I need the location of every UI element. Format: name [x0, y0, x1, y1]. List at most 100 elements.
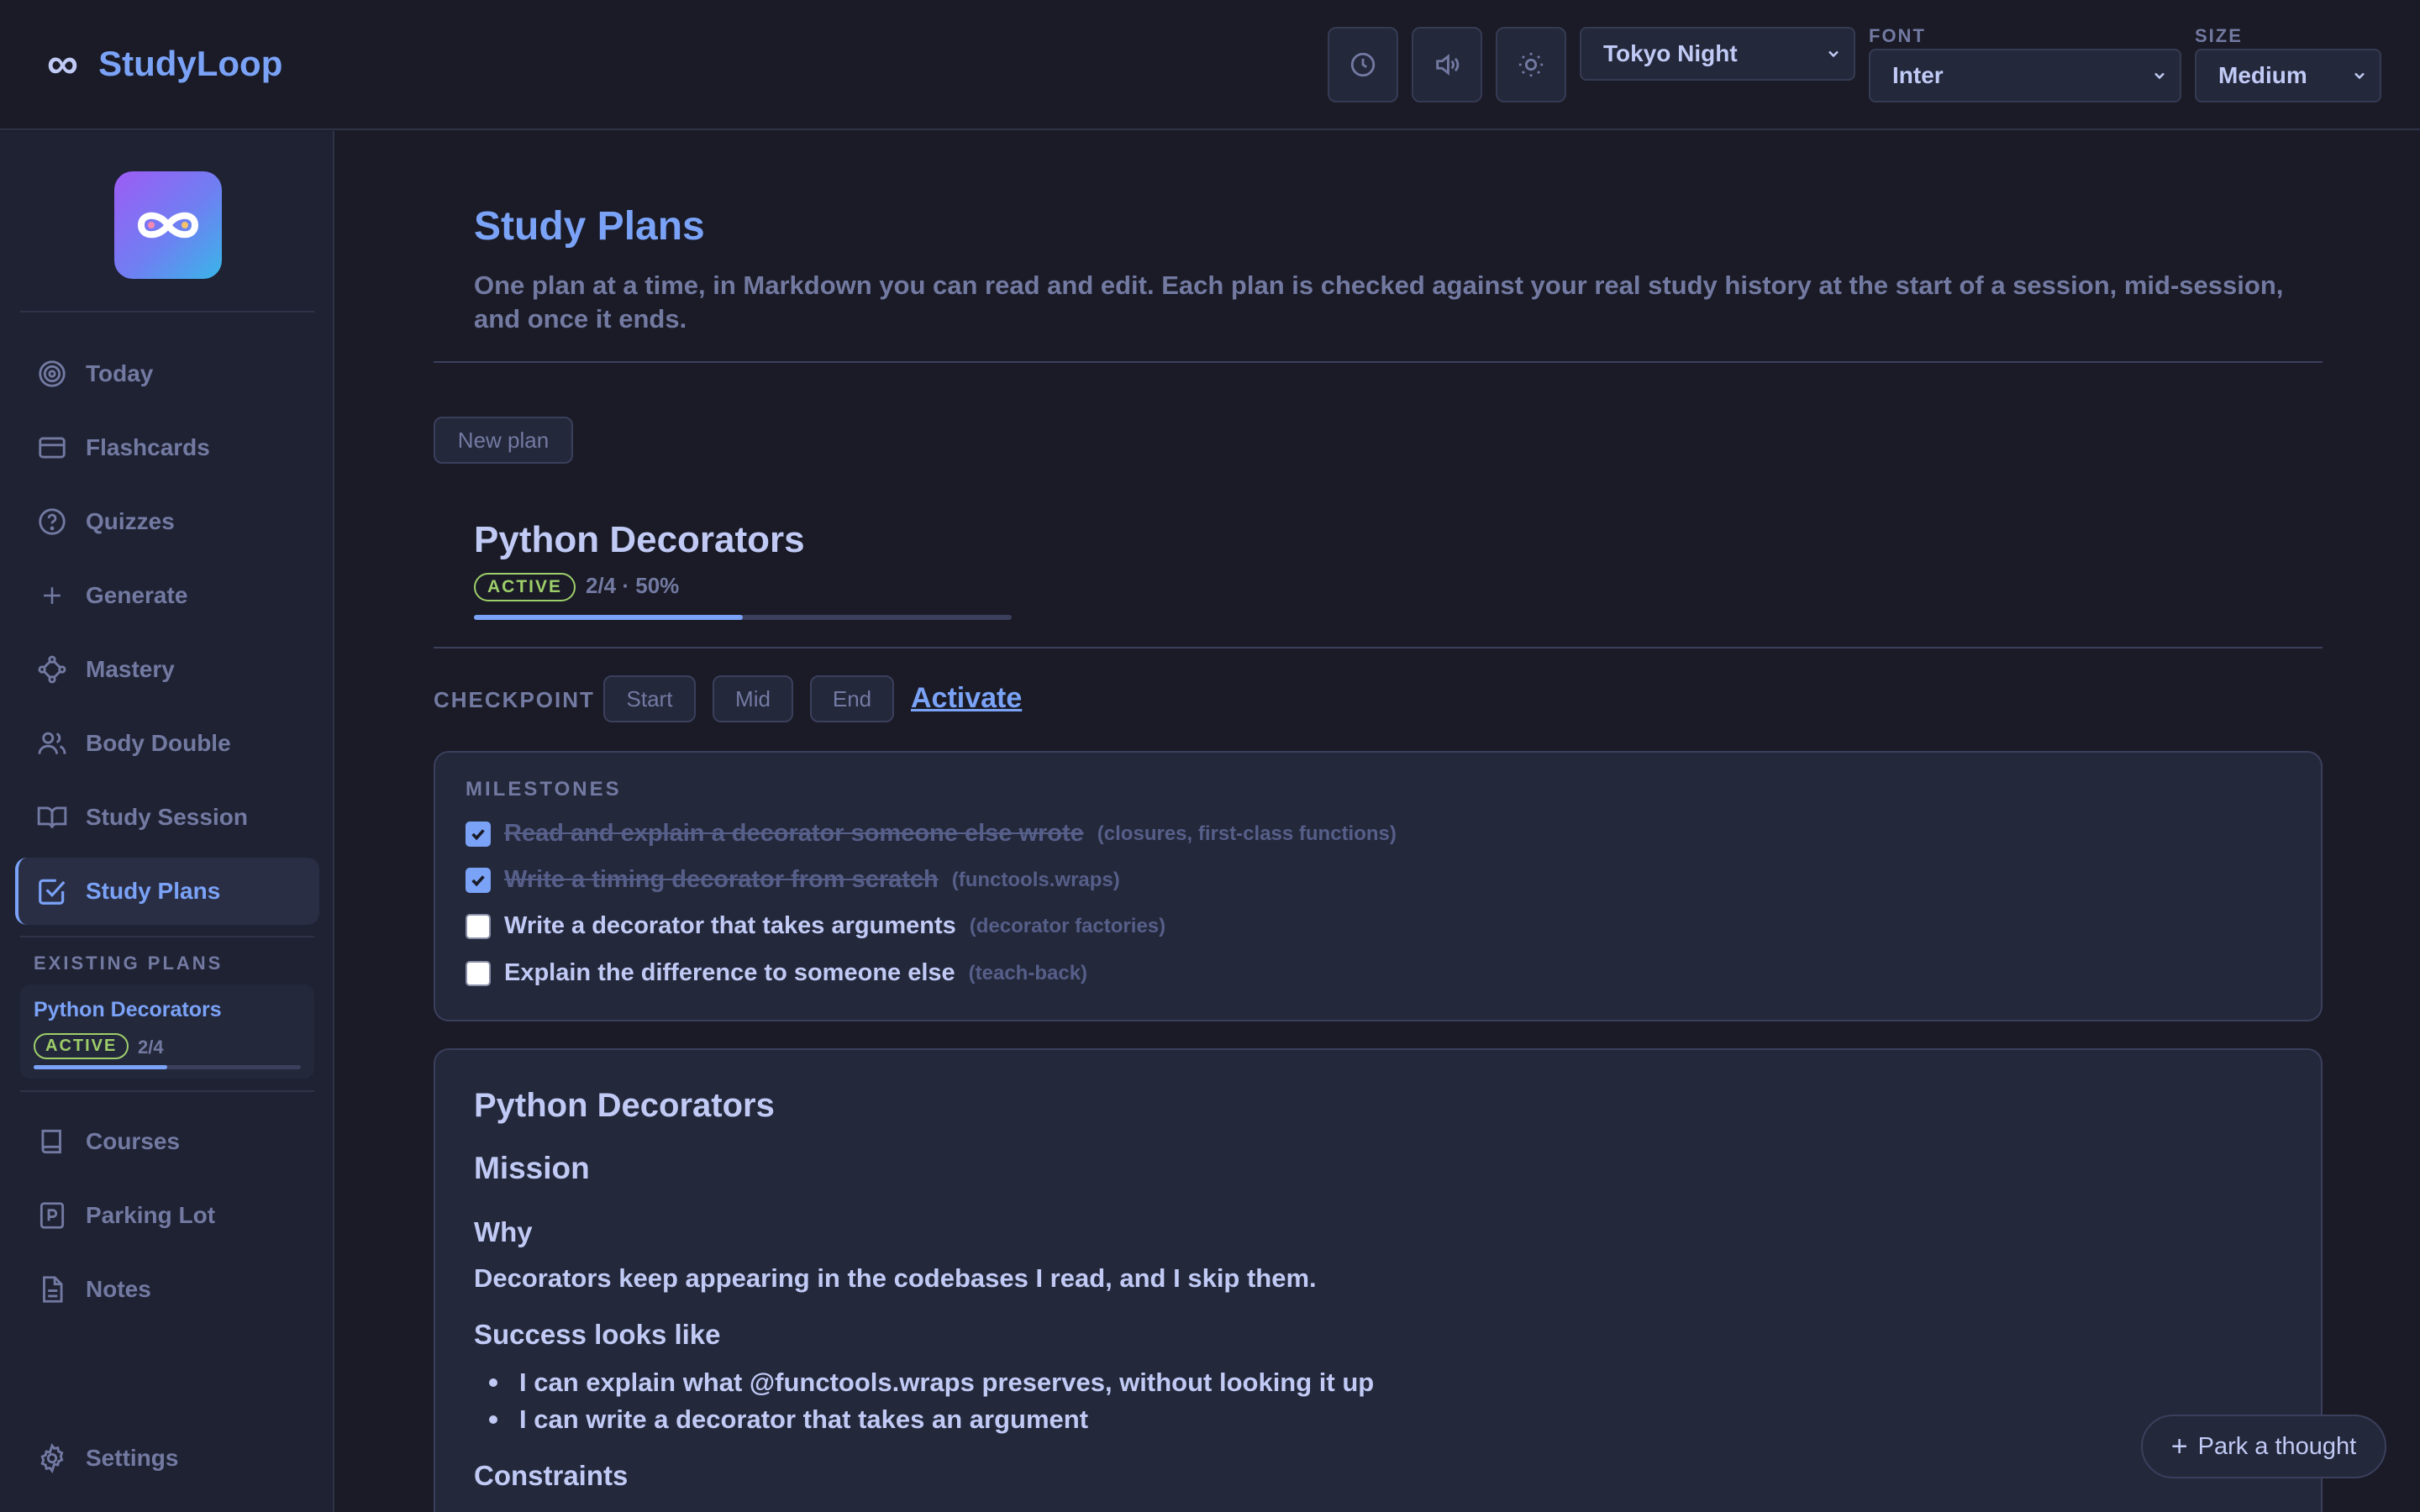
markdown-list-item: I can explain what @functools.wraps pres… [474, 1368, 1374, 1398]
sidebar-item-label: Notes [86, 1276, 151, 1302]
existing-plan-title: Python Decorators [34, 998, 222, 1021]
brand[interactable]: ∞ StudyLoop [47, 39, 282, 89]
font-select[interactable]: Inter [1869, 49, 2181, 102]
existing-plan-card[interactable]: Python Decorators ACTIVE 2/4 [20, 984, 314, 1079]
sidebar-item-flashcards[interactable]: Flashcards [15, 414, 319, 481]
milestone-item: Write a timing decorator from scratch (f… [466, 866, 1120, 894]
milestone-checkbox[interactable] [466, 913, 491, 939]
bullet-icon [489, 1378, 497, 1387]
book-icon [35, 1125, 69, 1158]
sidebar-item-courses[interactable]: Courses [15, 1108, 319, 1175]
sidebar-item-label: Courses [86, 1128, 181, 1154]
milestone-hint: (teach-back) [968, 961, 1088, 984]
milestones-panel: MILESTONES Read and explain a decorator … [434, 751, 2323, 1021]
markdown-heading-1: Python Decorators [474, 1087, 775, 1124]
markdown-heading-mission: Mission [474, 1151, 590, 1185]
milestone-text: Explain the difference to someone else [504, 959, 955, 986]
plus-icon: + [2170, 1430, 2188, 1462]
milestone-checkbox[interactable] [466, 821, 491, 847]
existing-plans-title: EXISTING PLANS [34, 953, 224, 974]
chevron-down-icon [2354, 72, 2365, 80]
markdown-heading-constraints: Constraints [474, 1460, 629, 1491]
sidebar-item-study-plans[interactable]: Study Plans [15, 858, 319, 925]
chevron-down-icon [2154, 72, 2165, 80]
sun-icon [1518, 52, 1544, 77]
app-logo[interactable] [114, 171, 222, 279]
sidebar-item-today[interactable]: Today [15, 340, 319, 407]
target-icon [35, 357, 69, 391]
markdown-panel[interactable]: Python Decorators Mission Why Decorators… [434, 1048, 2323, 1512]
milestone-item: Write a decorator that takes arguments (… [466, 912, 1165, 940]
park-thought-button[interactable]: + Park a thought [2141, 1415, 2386, 1478]
plan-progress-fill [474, 615, 743, 620]
milestone-checkbox[interactable] [466, 960, 491, 986]
font-select-value: Inter [1892, 62, 1944, 88]
existing-plan-progress-bar [34, 1065, 301, 1069]
sidebar-item-label: Quizzes [86, 508, 175, 534]
top-bar: ∞ StudyLoop Tokyo Night FONT Inter SIZE … [0, 0, 2420, 130]
park-thought-label: Park a thought [2197, 1432, 2357, 1460]
checkpoint-label: CHECKPOINT [434, 687, 595, 712]
sound-button[interactable] [1412, 27, 1482, 102]
app-name: StudyLoop [98, 44, 283, 83]
parking-icon [35, 1199, 69, 1232]
status-badge: ACTIVE [474, 573, 576, 601]
milestones-title: MILESTONES [466, 778, 622, 801]
sidebar-item-study-session[interactable]: Study Session [15, 784, 319, 851]
activate-link[interactable]: Activate [911, 682, 1022, 715]
sidebar-item-label: Mastery [86, 656, 175, 682]
milestone-hint: (functools.wraps) [951, 868, 1120, 891]
page-description: One plan at a time, in Markdown you can … [474, 270, 2284, 333]
milestone-text: Write a decorator that takes arguments [504, 912, 956, 939]
size-select[interactable]: Medium [2195, 49, 2381, 102]
theme-select[interactable]: Tokyo Night [1580, 27, 1855, 81]
markdown-list-item-text: I can explain what @functools.wraps pres… [519, 1368, 1375, 1397]
milestone-text: Write a timing decorator from scratch [504, 866, 939, 893]
sidebar-item-settings[interactable]: Settings [15, 1425, 319, 1492]
sidebar-item-mastery[interactable]: Mastery [15, 636, 319, 703]
checkpoint-end-button[interactable]: End [810, 675, 894, 722]
sidebar-item-label: Generate [86, 582, 188, 608]
sidebar-item-quizzes[interactable]: Quizzes [15, 488, 319, 555]
sidebar-item-body-double[interactable]: Body Double [15, 710, 319, 777]
plan-progress-bar [474, 615, 1012, 620]
markdown-list-item-text: I can write a decorator that takes an ar… [519, 1404, 1089, 1434]
header-divider [434, 361, 2323, 363]
font-label: FONT [1869, 25, 1926, 46]
sidebar-divider [20, 936, 314, 937]
infinity-logo-icon [137, 212, 199, 239]
sidebar-item-generate[interactable]: Generate [15, 562, 319, 629]
new-plan-button[interactable]: New plan [434, 417, 573, 464]
theme-select-value: Tokyo Night [1603, 40, 1738, 66]
theme-toggle-button[interactable] [1496, 27, 1566, 102]
sidebar-item-parking-lot[interactable]: Parking Lot [15, 1182, 319, 1249]
checkpoint-mid-button[interactable]: Mid [713, 675, 793, 722]
size-label: SIZE [2195, 25, 2243, 46]
gear-icon [35, 1441, 69, 1475]
milestone-text: Read and explain a decorator someone els… [504, 820, 1084, 847]
sidebar-item-notes[interactable]: Notes [15, 1256, 319, 1323]
sidebar-divider [20, 311, 314, 312]
sidebar-item-label: Today [86, 360, 154, 386]
markdown-heading-why: Why [474, 1216, 533, 1247]
clock-icon [1350, 52, 1376, 77]
plan-title: Python Decorators [474, 519, 805, 560]
milestone-item: Explain the difference to someone else (… [466, 959, 1087, 987]
size-select-value: Medium [2218, 62, 2307, 88]
status-badge: ACTIVE [34, 1033, 129, 1059]
milestone-checkbox[interactable] [466, 867, 491, 893]
sidebar: Today Flashcards Quizzes Generate Master… [0, 131, 334, 1512]
milestone-hint: (closures, first-class functions) [1097, 822, 1397, 845]
checkpoint-start-button[interactable]: Start [603, 675, 696, 722]
sidebar-item-label: Settings [86, 1445, 179, 1471]
plan-progress-text: 2/4 · 50% [586, 573, 680, 598]
markdown-heading-success: Success looks like [474, 1319, 721, 1350]
card-icon [35, 431, 69, 465]
milestone-hint: (decorator factories) [969, 914, 1166, 937]
book-open-icon [35, 801, 69, 834]
volume-icon [1436, 54, 1460, 76]
sidebar-item-label: Body Double [86, 730, 231, 756]
timer-button[interactable] [1328, 27, 1398, 102]
sidebar-divider [20, 1090, 314, 1092]
existing-plan-count: 2/4 [138, 1037, 164, 1058]
